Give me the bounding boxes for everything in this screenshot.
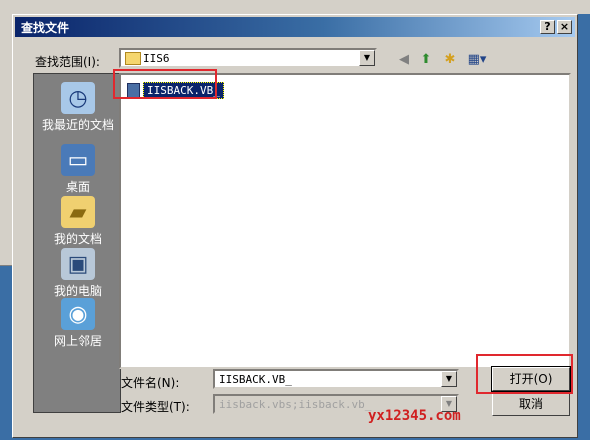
open-button-highlight-box	[476, 354, 573, 394]
desktop-icon: ▭	[61, 144, 95, 176]
view-menu-icon[interactable]: ▦▾	[463, 51, 491, 69]
file-highlight-box	[113, 69, 217, 99]
place-label: 我最近的文档	[41, 118, 114, 132]
place-desktop[interactable]: ▭ 桌面	[34, 144, 122, 195]
place-label: 桌面	[65, 180, 90, 194]
chevron-down-icon[interactable]: ▼	[359, 50, 375, 66]
lookin-value: IIS6	[143, 52, 170, 65]
filename-label: 文件名(N):	[121, 376, 180, 390]
place-my-documents[interactable]: ▰ 我的文档	[34, 196, 122, 247]
filename-value: IISBACK.VB_	[219, 373, 292, 386]
place-recent-documents[interactable]: ◷ 我最近的文档	[34, 82, 122, 133]
my-computer-icon: ▣	[61, 248, 95, 280]
network-icon: ◉	[61, 298, 95, 330]
help-button[interactable]: ?	[540, 20, 555, 34]
place-label: 我的文档	[53, 232, 102, 246]
place-my-computer[interactable]: ▣ 我的电脑	[34, 248, 122, 299]
background-strip	[530, 0, 590, 14]
place-label: 网上邻居	[53, 334, 102, 348]
places-bar: ◷ 我最近的文档 ▭ 桌面 ▰ 我的文档 ▣ 我的电脑 ◉ 网上邻居	[33, 73, 121, 413]
my-documents-icon: ▰	[61, 196, 95, 228]
place-network[interactable]: ◉ 网上邻居	[34, 298, 122, 349]
close-button[interactable]: ×	[557, 20, 572, 34]
filetype-value: iisback.vbs;iisback.vb_	[219, 398, 372, 411]
cancel-button[interactable]: 取消	[492, 392, 570, 416]
chevron-down-icon[interactable]: ▼	[441, 371, 457, 387]
folder-icon	[125, 52, 141, 65]
back-icon[interactable]: ◀	[395, 51, 413, 69]
place-label: 我的电脑	[53, 284, 102, 298]
filetype-label: 文件类型(T):	[121, 400, 190, 414]
lookin-label: 查找范围(I):	[35, 55, 100, 69]
up-folder-icon[interactable]: ⬆	[417, 51, 435, 69]
watermark: yx12345.com	[368, 408, 461, 424]
title-bar[interactable]: 查找文件 ? ×	[15, 17, 575, 37]
window-title: 查找文件	[21, 21, 70, 35]
new-folder-icon[interactable]: ✱	[441, 51, 459, 69]
recent-documents-icon: ◷	[61, 82, 95, 114]
filename-input[interactable]: IISBACK.VB_ ▼	[213, 369, 459, 389]
lookin-combobox[interactable]: IIS6 ▼	[119, 48, 377, 68]
file-list[interactable]: IISBACK.VB_	[119, 73, 571, 369]
